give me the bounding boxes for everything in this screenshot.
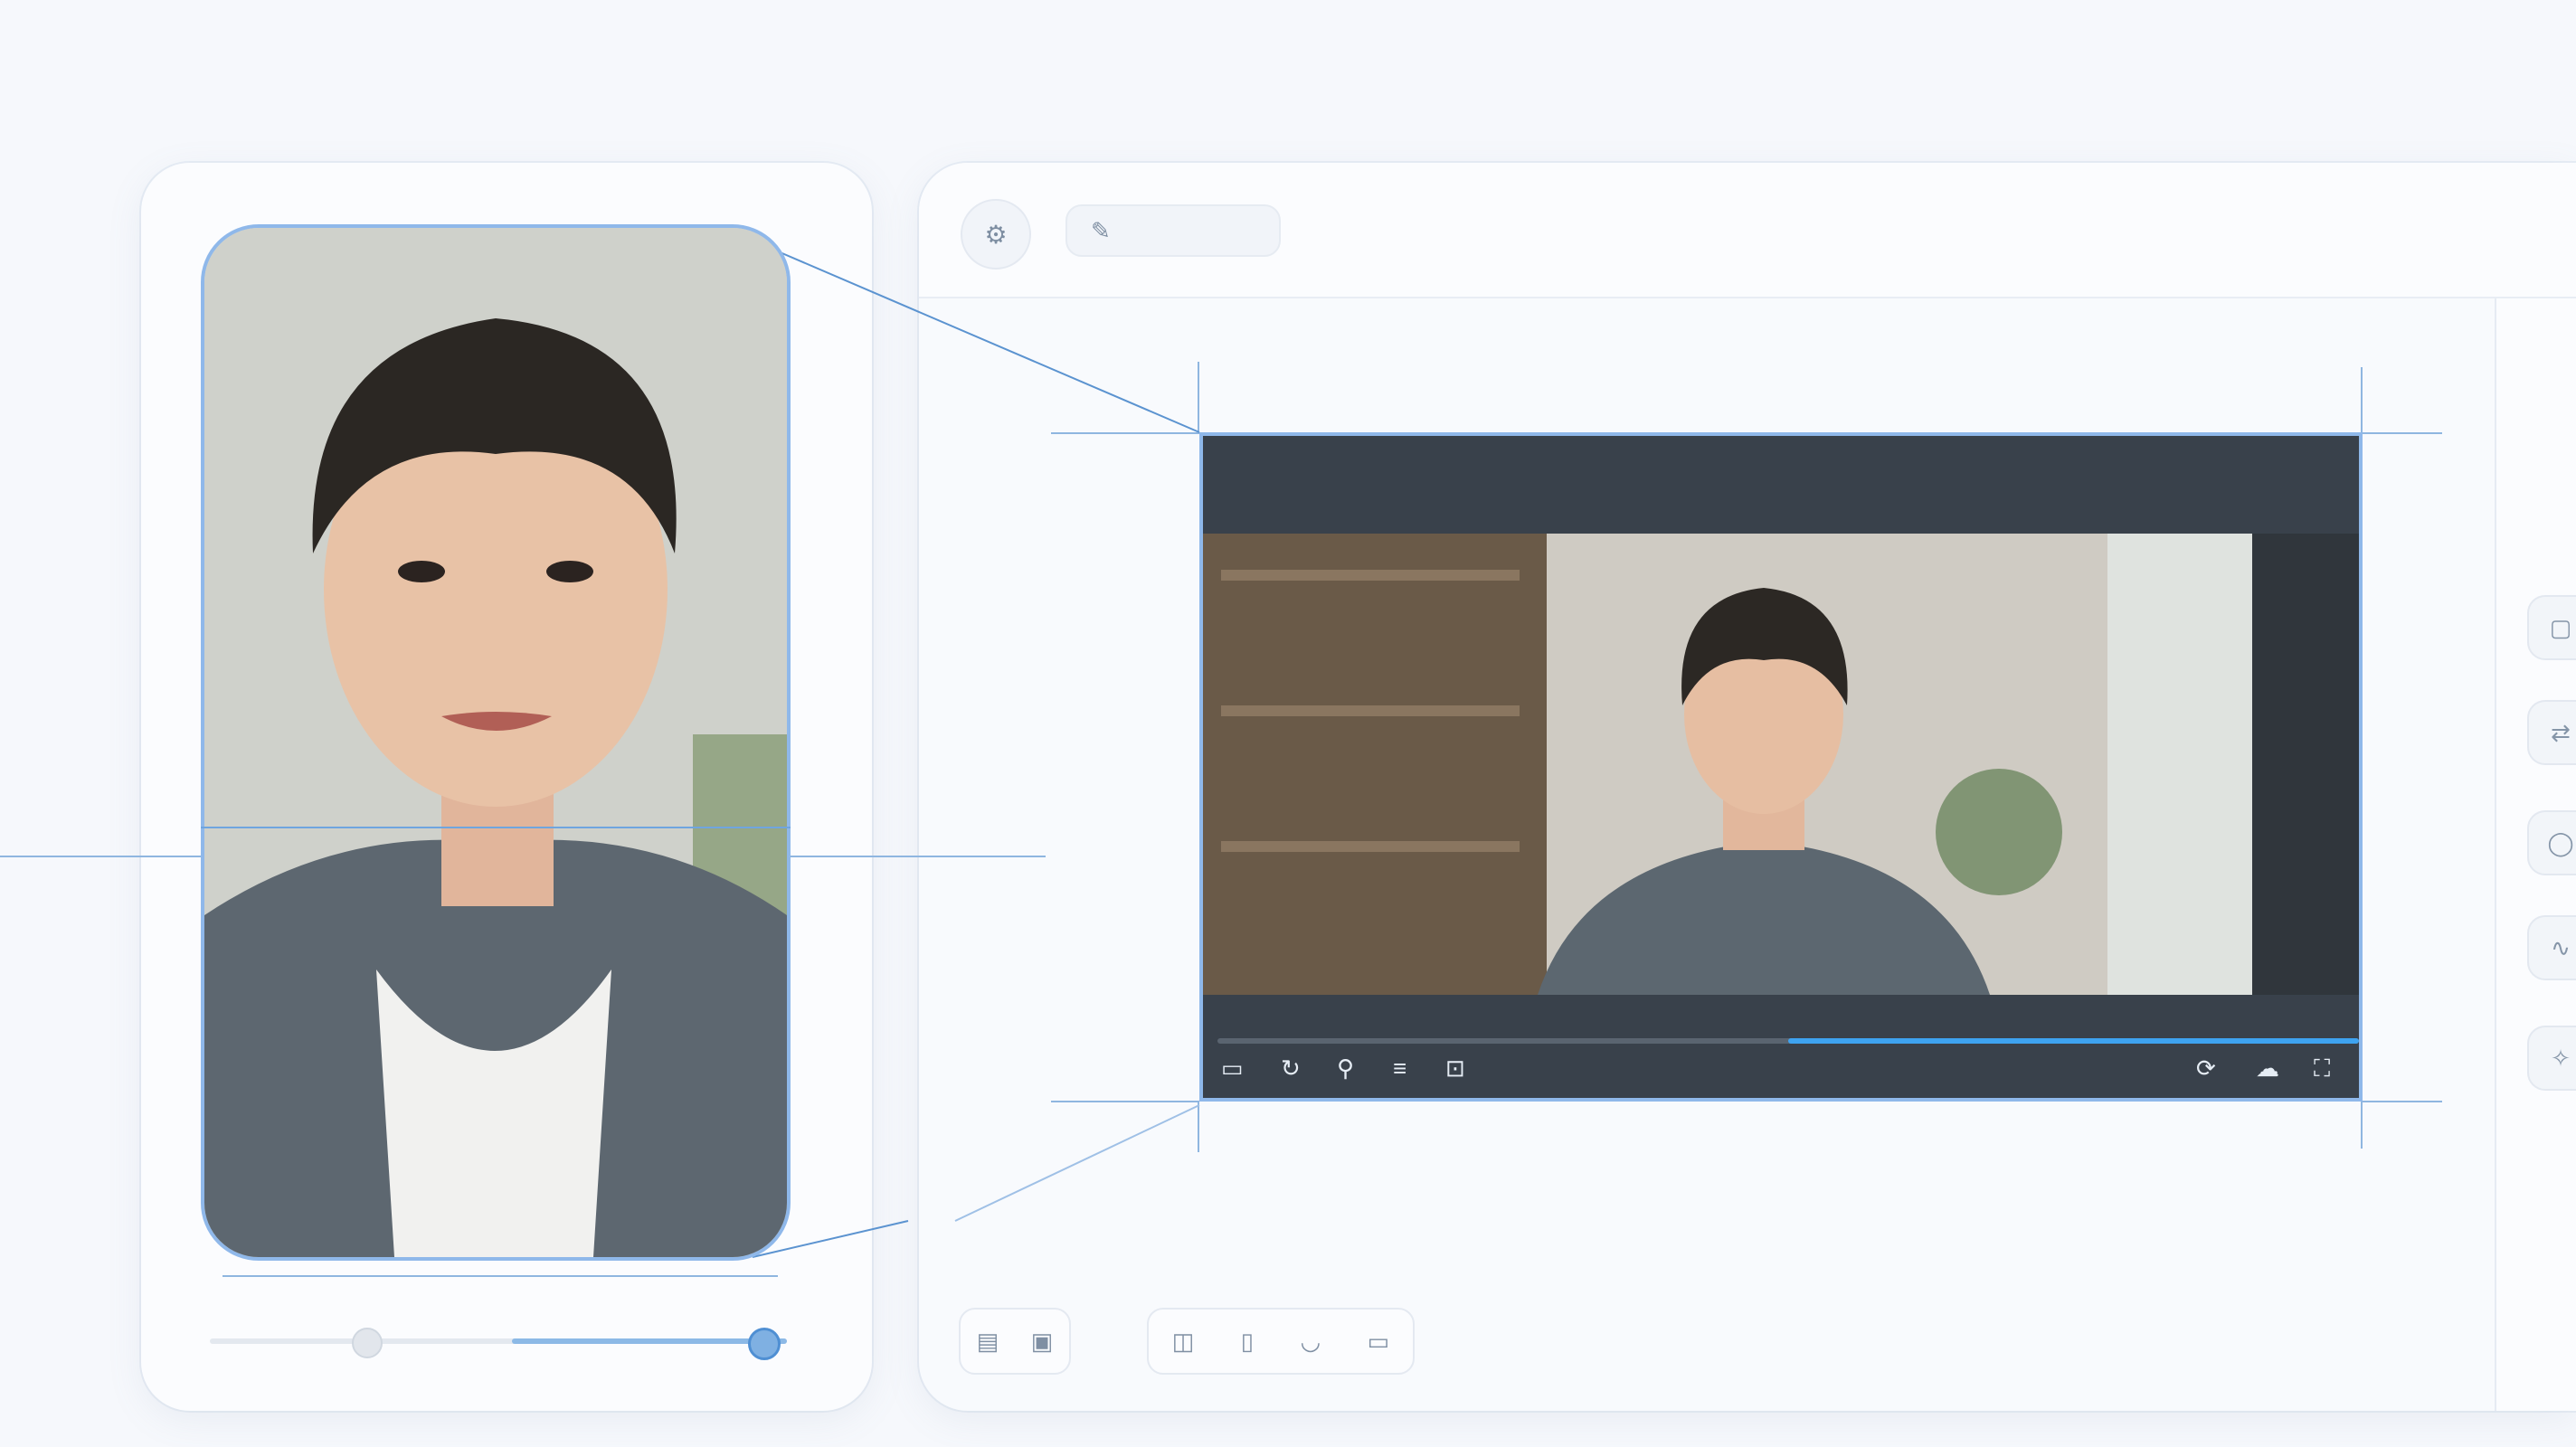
progress-fill	[1788, 1038, 2359, 1044]
refresh-icon[interactable]: ⟳	[2196, 1056, 2216, 1080]
loop-icon[interactable]: ↻	[1281, 1056, 1301, 1080]
bottom-toolbar-a: ▤ ▣	[959, 1308, 1071, 1375]
portrait-base-line	[223, 1275, 778, 1277]
player-controls	[1203, 1022, 2359, 1098]
video-frame	[1203, 534, 2359, 995]
slider-thumb-start[interactable]	[352, 1328, 384, 1358]
rail-translate-button[interactable]: ⇄	[2527, 700, 2576, 765]
video-crop-icon[interactable]: ◫	[1172, 1328, 1195, 1356]
mask-icon[interactable]: ◡	[1301, 1328, 1321, 1356]
cloud-icon[interactable]: ☁	[2256, 1056, 2279, 1080]
rail-waveform-button[interactable]: ∿	[2527, 915, 2576, 980]
speaker-scene	[1203, 534, 2359, 995]
frame-icon[interactable]: ▭	[1221, 1056, 1244, 1080]
translate-icon: ⇄	[2551, 718, 2571, 746]
chat-icon: ▢	[2549, 613, 2572, 641]
slider-thumb-end[interactable]	[748, 1328, 781, 1360]
box-icon[interactable]: ▭	[1368, 1328, 1390, 1356]
person-portrait	[204, 228, 787, 1257]
rail-comment-button[interactable]: ◯	[2527, 810, 2576, 875]
clipboard-icon[interactable]: ▣	[1031, 1328, 1054, 1356]
bottom-toolbar-b: ◫ ▯ ◡ ▭	[1147, 1308, 1415, 1375]
fullscreen-icon[interactable]: ⛶	[2314, 1056, 2330, 1080]
person-icon[interactable]: ⚲	[1337, 1056, 1354, 1080]
page-icon[interactable]: ▯	[1241, 1328, 1254, 1356]
portrait-image[interactable]	[201, 224, 791, 1261]
comment-icon: ◯	[2547, 828, 2574, 856]
face-guide-line	[201, 827, 791, 828]
caption-icon[interactable]: ⊡	[1445, 1056, 1465, 1080]
rail-chat-button[interactable]: ▢	[2527, 595, 2576, 660]
sparkle-icon: ✧	[2551, 1044, 2571, 1072]
slider-fill	[512, 1338, 787, 1344]
subtitles-icon[interactable]: ≡	[1393, 1056, 1406, 1080]
rail-sparkle-button[interactable]: ✧	[2527, 1026, 2576, 1091]
layout-icon[interactable]: ▤	[977, 1328, 999, 1356]
waveform-icon: ∿	[2551, 933, 2571, 961]
